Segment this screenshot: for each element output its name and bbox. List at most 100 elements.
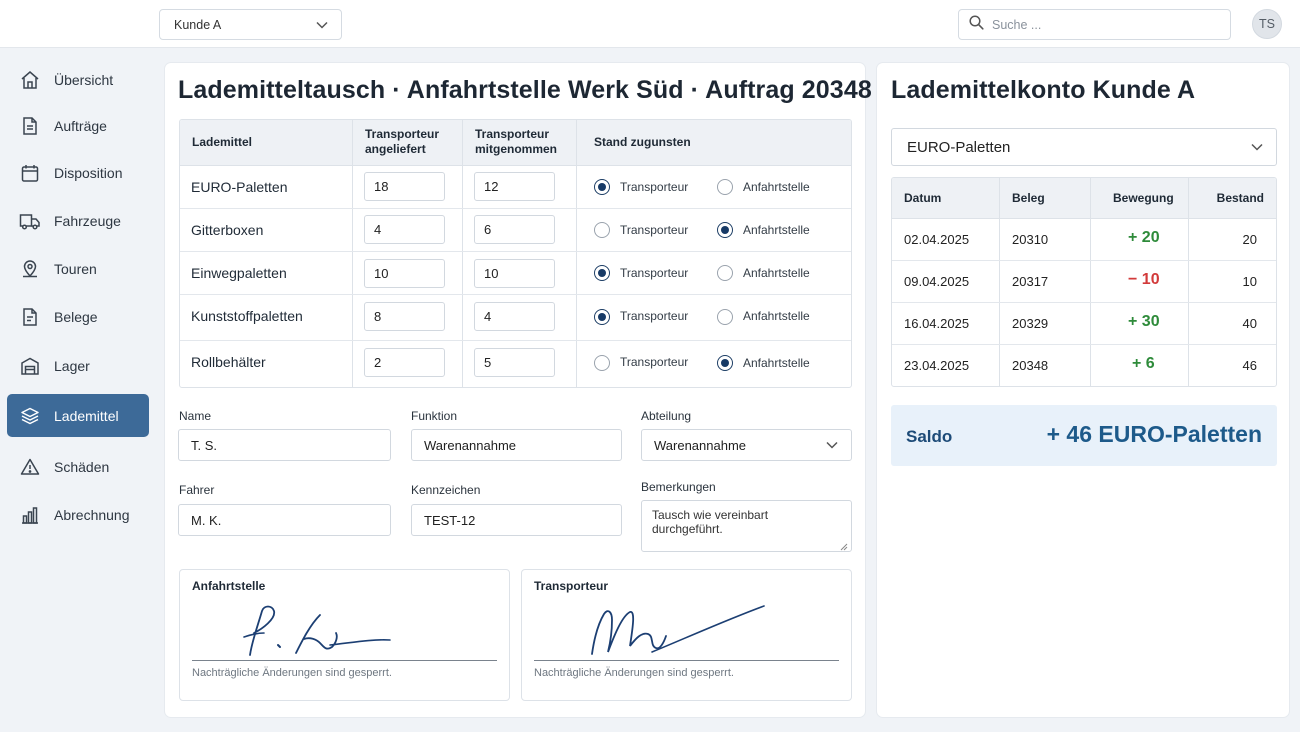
delivered-input[interactable]: 10 <box>364 259 445 288</box>
chevron-down-icon <box>1250 140 1264 154</box>
column-header-movement: Bewegung <box>1113 191 1174 205</box>
row-label: Rollbehälter <box>191 354 266 370</box>
saldo-label: Saldo <box>906 427 953 446</box>
column-header-stock: Bestand <box>1216 191 1264 205</box>
remarks-text: Tausch wie vereinbart durchgeführt. <box>652 508 769 536</box>
table-row: Gitterboxen 4 6 Transporteur Anfahrtstel… <box>180 209 851 252</box>
sidebar-item-abrechnung[interactable]: Abrechnung <box>7 493 149 536</box>
radio-label: Transporteur <box>620 355 689 369</box>
signature-box-anfahrtstelle[interactable]: Anfahrtstelle Nachträgliche Änderungen s… <box>179 569 510 701</box>
cell-date: 23.04.2025 <box>904 358 970 373</box>
radio-anfahrtstelle[interactable] <box>717 265 733 281</box>
top-bar: Kunde A TS <box>0 0 1300 48</box>
sidebar: Übersicht Aufträge Disposition Fahrzeuge… <box>0 49 158 732</box>
saldo-value: + 46 EURO-Paletten <box>1046 421 1262 447</box>
function-field[interactable]: Warenannahme <box>411 429 622 461</box>
chevron-down-icon <box>315 18 329 32</box>
search-input[interactable] <box>992 17 1212 32</box>
plate-field[interactable]: TEST-12 <box>411 504 622 536</box>
avatar[interactable]: TS <box>1252 9 1282 39</box>
map-pin-icon <box>19 258 41 280</box>
cell-movement: + 30 <box>1128 313 1160 330</box>
signature-box-transporteur[interactable]: Transporteur Nachträgliche Änderungen si… <box>521 569 852 701</box>
account-table: Datum Beleg Bewegung Bestand 02.04.2025 … <box>891 177 1277 387</box>
radio-anfahrtstelle[interactable] <box>717 179 733 195</box>
delivered-input[interactable]: 18 <box>364 172 445 201</box>
plate-label: Kennzeichen <box>411 483 481 497</box>
sidebar-item-label: Aufträge <box>54 117 107 134</box>
cell-stock: 10 <box>1242 274 1257 289</box>
column-header-item: Lademittel <box>192 135 253 149</box>
sidebar-item-lademittel[interactable]: Lademittel <box>7 394 149 437</box>
exchange-table: Lademittel Transporteur angeliefert Trans… <box>179 119 852 388</box>
table-row: Einwegpaletten 10 10 Transporteur Anfahr… <box>180 252 851 295</box>
row-label: Gitterboxen <box>191 222 264 238</box>
radio-anfahrtstelle[interactable] <box>717 222 733 238</box>
delivered-input[interactable]: 4 <box>364 215 445 244</box>
page-title: Lademitteltausch · Anfahrtstelle Werk Sü… <box>178 76 872 104</box>
name-field[interactable]: T. S. <box>178 429 391 461</box>
loading-equipment-select-value: EURO-Paletten <box>907 138 1011 156</box>
sidebar-item-label: Übersicht <box>54 71 114 88</box>
chevron-down-icon <box>825 438 839 452</box>
cell-doc[interactable]: 20310 <box>1012 232 1048 247</box>
driver-label: Fahrer <box>179 483 215 497</box>
cell-movement: + 6 <box>1132 355 1155 372</box>
calendar-icon <box>19 162 41 184</box>
remarks-textarea[interactable]: Tausch wie vereinbart durchgeführt. <box>641 500 852 552</box>
taken-input[interactable]: 6 <box>474 215 555 244</box>
column-header-doc: Beleg <box>1012 191 1045 205</box>
delivered-input[interactable]: 2 <box>364 348 445 377</box>
signature-line <box>534 660 839 661</box>
sidebar-item-schaeden[interactable]: Schäden <box>7 445 149 488</box>
column-header-delivered: Transporteur angeliefert <box>365 127 440 156</box>
sidebar-item-label: Lager <box>54 357 90 374</box>
sidebar-item-label: Touren <box>54 260 97 277</box>
signature-image <box>591 605 765 655</box>
signature-image <box>243 605 391 656</box>
sidebar-item-touren[interactable]: Touren <box>7 247 149 290</box>
cell-date: 02.04.2025 <box>904 232 970 247</box>
taken-input[interactable]: 10 <box>474 259 555 288</box>
taken-input[interactable]: 5 <box>474 348 555 377</box>
cell-doc[interactable]: 20317 <box>1012 274 1048 289</box>
signature-note: Nachträgliche Änderungen sind gesperrt. <box>534 667 734 679</box>
search-box[interactable] <box>958 9 1231 40</box>
department-label: Abteilung <box>641 409 692 423</box>
department-select[interactable]: Warenannahme <box>641 429 852 461</box>
sidebar-item-disposition[interactable]: Disposition <box>7 151 149 194</box>
radio-transporteur[interactable] <box>594 309 610 325</box>
remarks-label: Bemerkungen <box>641 480 716 494</box>
radio-transporteur[interactable] <box>594 355 610 371</box>
loading-equipment-select[interactable]: EURO-Paletten <box>891 128 1277 166</box>
search-icon <box>969 14 984 35</box>
row-label: Einwegpaletten <box>191 265 287 281</box>
document-icon <box>19 115 41 137</box>
cell-doc[interactable]: 20348 <box>1012 358 1048 373</box>
cell-movement: − 10 <box>1128 271 1160 288</box>
cell-movement: + 20 <box>1128 229 1160 246</box>
radio-transporteur[interactable] <box>594 222 610 238</box>
radio-anfahrtstelle[interactable] <box>717 355 733 371</box>
taken-input[interactable]: 4 <box>474 302 555 331</box>
layers-icon <box>19 405 41 427</box>
table-row: 02.04.2025 20310 + 20 20 <box>892 219 1276 261</box>
sidebar-item-uebersicht[interactable]: Übersicht <box>7 58 149 101</box>
cell-doc[interactable]: 20329 <box>1012 316 1048 331</box>
customer-select[interactable]: Kunde A <box>159 9 342 40</box>
sidebar-item-fahrzeuge[interactable]: Fahrzeuge <box>7 199 149 242</box>
cell-stock: 40 <box>1242 316 1257 331</box>
table-row: 23.04.2025 20348 + 6 46 <box>892 345 1276 386</box>
radio-transporteur[interactable] <box>594 265 610 281</box>
sidebar-item-label: Lademittel <box>54 407 119 424</box>
sidebar-item-lager[interactable]: Lager <box>7 344 149 387</box>
delivered-input[interactable]: 8 <box>364 302 445 331</box>
radio-transporteur[interactable] <box>594 179 610 195</box>
radio-anfahrtstelle[interactable] <box>717 309 733 325</box>
driver-field[interactable]: M. K. <box>178 504 391 536</box>
sidebar-item-belege[interactable]: Belege <box>7 295 149 338</box>
table-row: Rollbehälter 2 5 Transporteur Anfahrtste… <box>180 341 851 387</box>
resize-handle-icon[interactable] <box>840 540 848 551</box>
sidebar-item-auftraege[interactable]: Aufträge <box>7 104 149 147</box>
taken-input[interactable]: 12 <box>474 172 555 201</box>
